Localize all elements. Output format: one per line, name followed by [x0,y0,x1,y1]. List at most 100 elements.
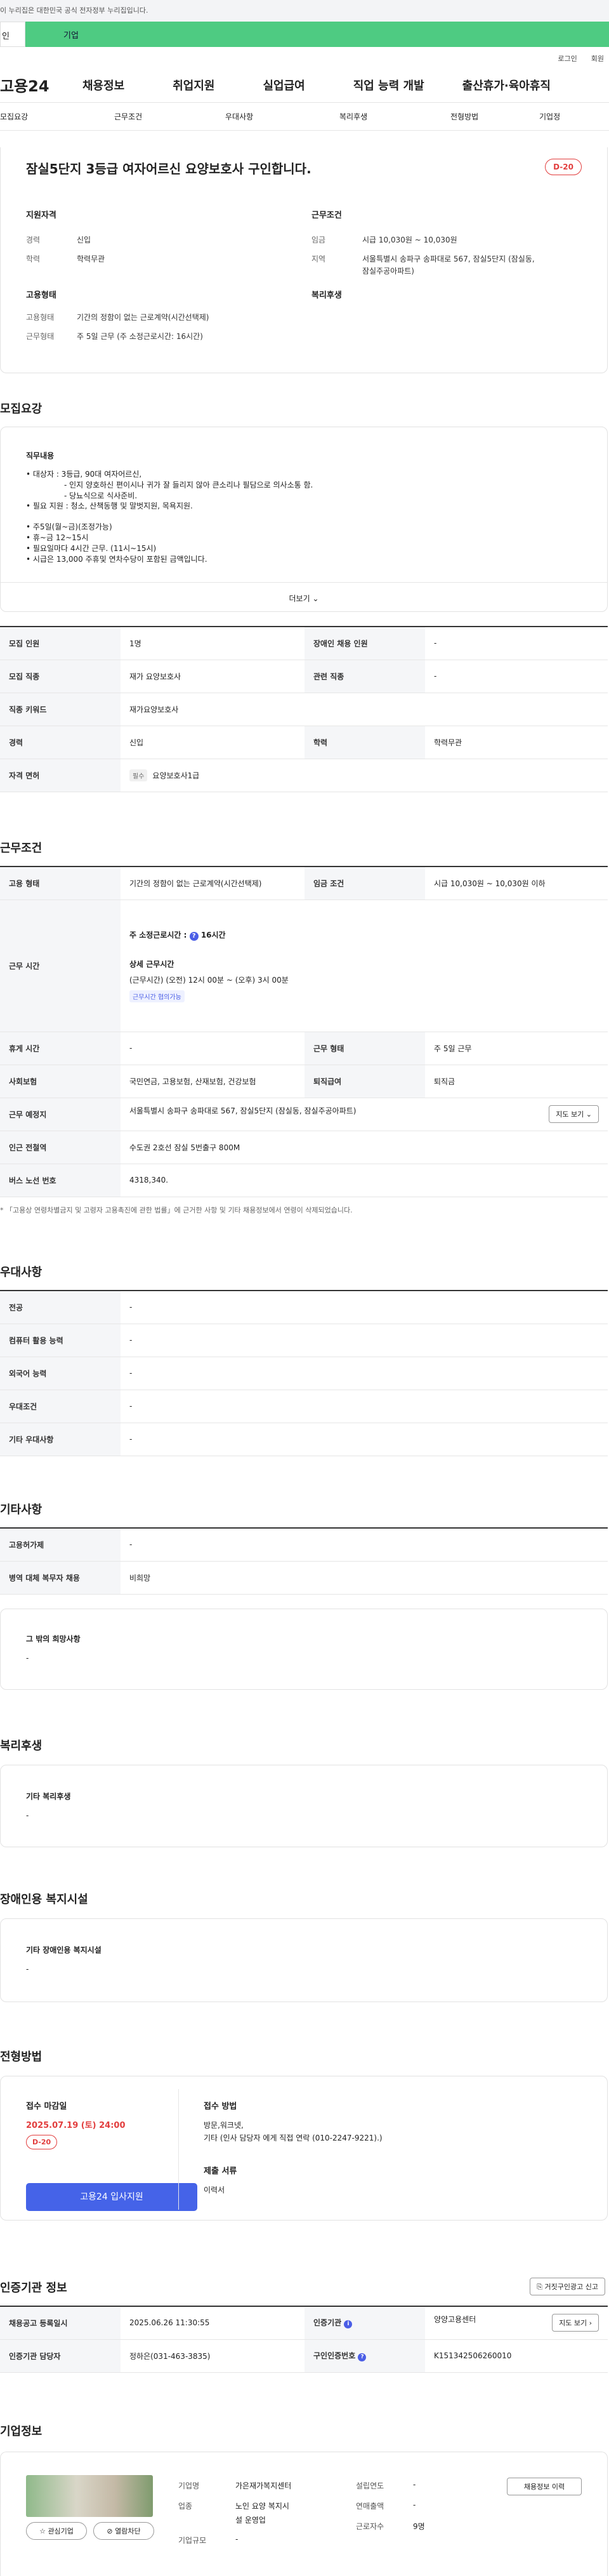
row-value: - [121,1032,304,1065]
cond-title: 근무조건 [311,211,342,220]
row-header: 외국어 능력 [0,1357,121,1390]
row-header: 직종 키워드 [0,693,121,726]
duty-line: • 시급은 13,000 주휴및 연차수당이 포함된 금액입니다. [26,554,207,564]
row-header: 모집 직종 [0,660,121,693]
company-card: ☆ 관심기업 ⊘ 열람차단 기업명 가은재가복지센터 업종 노인 요양 복지시 … [0,2452,608,2576]
table-row: 사회보험 국민연금, 고용보험, 산재보험, 건강보험 퇴직급여 퇴직금 [0,1065,608,1098]
emp-title: 고용형태 [26,291,56,300]
hours-cell: 주 소정근로시간 : ? 16시간 상세 근무시간 (근무시간) (오전) 12… [121,900,608,1032]
map-label: 지도 보기 [559,2319,587,2328]
welfare-card: 기타 복리후생 - [0,1765,608,1847]
table-row: 컴퓨터 활용 능력 - [0,1324,608,1357]
table-row: 근무 시간 주 소정근로시간 : ? 16시간 상세 근무시간 (근무시간) (… [0,900,608,1032]
duty-line: • 대상자 : 3등급, 90대 여자어르신, [26,470,142,479]
cert-table: 채용공고 등록일시 2025.06.26 11:30:55 인증기관 i 양양고용센터… [0,2306,608,2373]
row-header: 구인인증번호 ? [304,2339,425,2373]
place-value: 서울특별시 송파구 송파대로 567, 잠실5단지 (잠실동, 잠실주공아파트) [129,1106,357,1115]
report-button[interactable]: ⎘ 거짓구인광고 신고 [530,2278,605,2295]
row-value: 신입 [121,726,304,759]
subnav-welfare[interactable]: 복리후생 [339,111,450,122]
login-link[interactable]: 로그인 [558,53,577,67]
gnb-item-employment-support[interactable]: 취업지원 [173,77,214,93]
row-header: 고용허가제 [0,1528,121,1562]
row-header: 퇴직급여 [304,1065,425,1098]
join-link[interactable]: 회원 [591,53,604,67]
more-button[interactable]: 더보기 ⌄ [1,582,607,611]
row-header: 인증기관 i [304,2306,425,2340]
subnav-select[interactable]: 전형방법 [450,111,539,122]
duty-line-blank [26,512,584,522]
row-value: - [425,627,608,660]
row-value: 기간의 정함이 없는 근로계약(시간선택제) [121,866,304,900]
table-row: 병역 대체 복무자 채용 비희망 [0,1561,608,1595]
tab-company[interactable]: 기업 [25,22,609,47]
etc-table: 고용허가제 - 병역 대체 복무자 채용 비희망 [0,1527,608,1595]
duty-title: 직무내용 [26,451,55,460]
report-icon: ⎘ [537,2283,543,2291]
row-value: - [121,1357,608,1390]
other-wish-card: 그 밖의 희망사항 - [0,1609,608,1690]
row-header: 고용 형태 [0,866,121,900]
gnb-item-jobs[interactable]: 채용정보 [82,77,124,93]
cond-value: 잠실주공아파트) [362,267,414,276]
org-label: 인증기관 [313,2318,342,2328]
pref-table: 전공 - 컴퓨터 활용 능력 - 외국어 능력 - 우대조건 - 기타 우대사항 - [0,1290,608,1456]
place-cell: 서울특별시 송파구 송파대로 567, 잠실5단지 (잠실동, 잠실주공아파트)… [121,1098,608,1131]
subnav-pref[interactable]: 우대사항 [225,111,339,122]
star-icon: ☆ [39,2527,46,2535]
other-wish-value: - [26,1654,29,1663]
info-icon[interactable]: ? [358,2353,367,2361]
subnav-company[interactable]: 기업정 [539,111,560,122]
utility-links: 로그인 회원 [0,47,609,67]
user-type-tabs: 인 기업 [0,22,609,47]
row-value: 퇴직금 [425,1065,608,1098]
job-history-button[interactable]: 채용정보 이력 [507,2478,582,2495]
row-value: K151342506260010 [425,2339,608,2373]
table-row: 기타 우대사항 - [0,1423,608,1456]
row-header: 버스 노선 번호 [0,1164,121,1197]
site-logo[interactable]: 고용24 [0,74,82,96]
gnb-item-training[interactable]: 직업 능력 개발 [353,77,424,93]
table-row: 전공 - [0,1291,608,1324]
table-row: 고용허가제 - [0,1528,608,1562]
block-button[interactable]: ⊘ 열람차단 [93,2522,154,2540]
section-title-etc: 기타사항 [0,1503,43,1517]
row-value: 비희망 [121,1561,608,1595]
row-value: 재가요양보호사 [121,693,608,726]
deadline-value: 2025.07.19 (토) 24:00 [26,2121,126,2130]
section-title-work: 근무조건 [0,842,43,855]
subnav-recruit[interactable]: 모집요강 [0,111,114,122]
section-title-recruit: 모집요강 [0,402,43,416]
gnb-item-unemployment[interactable]: 실업급여 [263,77,305,93]
tab-individual[interactable]: 인 [0,22,25,47]
disabled-card-title: 기타 장애인용 복지시설 [26,1946,102,1955]
map-button[interactable]: 지도 보기 ⌄ [549,1105,599,1123]
founded-value: - [413,2480,416,2489]
emp-value: 기간의 정함이 없는 근로계약(시간선택제) [77,313,209,322]
row-value: 재가 요양보호사 [121,660,304,693]
row-value: 학력무관 [425,726,608,759]
company-name-value: 가은재가복지센터 [235,2481,292,2490]
row-value: 필수 요양보호사1급 [121,759,608,792]
fav-button[interactable]: ☆ 관심기업 [26,2522,87,2540]
deadline-dday-badge: D-20 [26,2135,58,2149]
welfare-card-title: 기타 복리후생 [26,1792,71,1801]
company-name-label: 기업명 [178,2481,200,2490]
chevron-down-icon: ⌄ [586,1110,592,1119]
section-title-select: 전형방법 [0,2050,43,2064]
info-icon[interactable]: i [344,2320,353,2329]
industry-value-2: 설 운영업 [235,2516,266,2525]
gnb-item-leave[interactable]: 출산휴가·육아휴직 [462,77,551,93]
method-value-2: 기타 (인사 담당자 에게 직접 연락 (010-2247-9221).) [204,2134,383,2142]
row-header: 휴게 시간 [0,1032,121,1065]
cert-map-button[interactable]: 지도 보기 › [552,2314,599,2332]
negotiable-tag: 근무시간 협의가능 [129,990,185,1002]
table-row: 인근 전철역 수도권 2호선 잠실 5번출구 800M [0,1131,608,1164]
row-value: - [121,1291,608,1324]
info-icon[interactable]: ? [189,931,199,941]
apply-button[interactable]: 고용24 입사지원 [26,2183,197,2211]
table-row: 자격 면허 필수 요양보호사1급 [0,759,608,792]
row-value: - [121,1423,608,1456]
subnav-work[interactable]: 근무조건 [114,111,225,122]
row-value: - [425,660,608,693]
